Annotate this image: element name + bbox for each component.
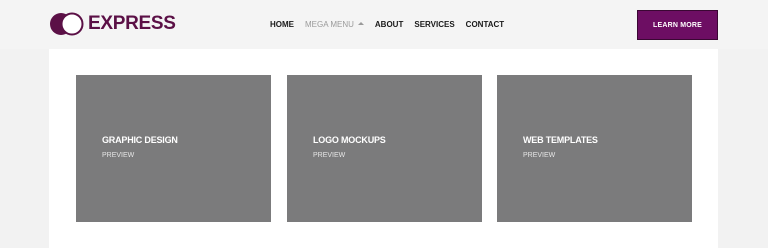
brand-logo[interactable]: EXPRESS xyxy=(49,11,176,37)
nav-item-contact[interactable]: CONTACT xyxy=(466,17,505,33)
mega-menu-panel: GRAPHIC DESIGN PREVIEW LOGO MOCKUPS PREV… xyxy=(49,49,718,248)
nav-item-mega-menu[interactable]: MEGA MENU xyxy=(305,17,364,33)
caret-up-icon xyxy=(357,22,364,26)
main-nav: HOME MEGA MENU ABOUT SERVICES CONTACT xyxy=(270,17,515,33)
card-subtitle: PREVIEW xyxy=(523,152,556,159)
brand-logo-icon xyxy=(50,12,84,36)
card-logo-mockups[interactable]: LOGO MOCKUPS PREVIEW xyxy=(287,75,482,222)
learn-more-button[interactable]: LEARN MORE xyxy=(637,10,718,40)
card-title: WEB TEMPLATES xyxy=(523,135,598,145)
card-graphic-design[interactable]: GRAPHIC DESIGN PREVIEW xyxy=(76,75,271,222)
brand-name: EXPRESS xyxy=(88,13,176,34)
nav-item-about[interactable]: ABOUT xyxy=(375,17,403,33)
card-title: GRAPHIC DESIGN xyxy=(102,135,178,145)
card-web-templates[interactable]: WEB TEMPLATES PREVIEW xyxy=(497,75,692,222)
nav-item-home[interactable]: HOME xyxy=(270,17,294,33)
nav-item-services[interactable]: SERVICES xyxy=(414,17,454,33)
card-title: LOGO MOCKUPS xyxy=(313,135,386,145)
card-subtitle: PREVIEW xyxy=(102,152,135,159)
nav-item-mega-menu-label: MEGA MENU xyxy=(305,20,354,29)
site-header: EXPRESS HOME MEGA MENU ABOUT SERVICES CO… xyxy=(0,0,768,49)
card-subtitle: PREVIEW xyxy=(313,152,346,159)
